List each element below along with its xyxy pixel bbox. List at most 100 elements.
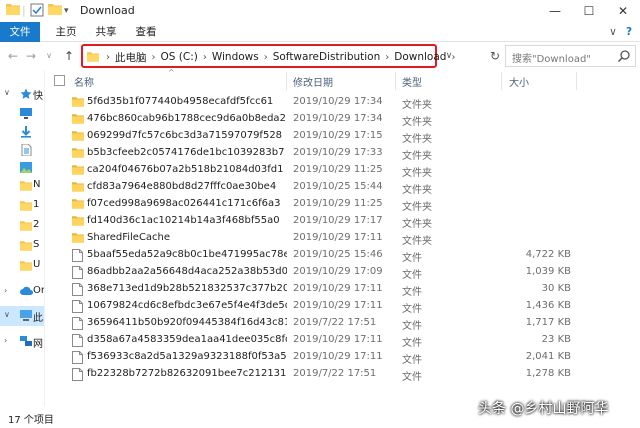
sidebar-item-folder-n[interactable]: N xyxy=(0,176,44,196)
expand-chevron-icon[interactable]: › xyxy=(4,336,7,345)
sidebar-item-label: Or xyxy=(33,285,44,296)
sidebar-item-documents[interactable] xyxy=(0,140,44,160)
recent-locations-button[interactable]: ∨ xyxy=(42,48,56,64)
folder-icon xyxy=(20,200,32,211)
file-row[interactable]: 5baaf55eda52a9c8b0c1be471995ac78e... 2019… xyxy=(46,247,640,264)
file-icon xyxy=(72,351,84,364)
file-modified-date: 2019/10/29 11:25 xyxy=(293,198,383,209)
file-name: 10679824cd6c8efbdc3e67e5f4e4f3de5d... xyxy=(87,300,287,311)
file-row[interactable]: 36596411b50b920f09445384f16d43c81... 2019… xyxy=(46,315,640,332)
column-separator[interactable] xyxy=(395,72,396,90)
quick-access-dropdown-icon[interactable]: ▾ xyxy=(64,3,69,19)
file-row[interactable]: d358a67a4583359dea1aa41dee035c8fd... 2019… xyxy=(46,332,640,349)
column-header-date[interactable]: 修改日期 xyxy=(293,74,333,89)
refresh-button[interactable]: ↻ xyxy=(488,48,502,64)
forward-button[interactable]: → xyxy=(24,48,38,64)
expand-chevron-icon[interactable]: › xyxy=(4,286,7,295)
sidebar-item-pictures[interactable] xyxy=(0,158,44,178)
column-separator[interactable] xyxy=(286,72,287,90)
file-size: 1,436 KB xyxy=(525,300,571,311)
back-button[interactable]: ← xyxy=(6,48,20,64)
sidebar-item-folder-u[interactable]: U xyxy=(0,256,44,276)
sidebar-item-label: 网 xyxy=(33,339,43,350)
file-type: 文件 xyxy=(402,304,422,315)
tab-home[interactable]: 主页 xyxy=(50,22,82,42)
column-header-name[interactable]: 名称 xyxy=(74,74,94,89)
minimize-button[interactable]: — xyxy=(538,0,572,22)
folder-row[interactable]: 476bc860cab96b1788cec9d6a0b8eda2 2019/10/… xyxy=(46,111,640,128)
breadcrumb-windows[interactable]: Windows xyxy=(212,51,259,63)
up-button[interactable]: ↑ xyxy=(62,48,76,64)
new-folder-icon[interactable] xyxy=(48,3,62,20)
breadcrumb-os-drive[interactable]: OS (C:) xyxy=(161,51,198,63)
file-icon xyxy=(72,368,84,381)
file-type: 文件 xyxy=(402,253,422,264)
help-icon[interactable]: ? xyxy=(622,22,636,42)
file-row[interactable]: 86adbb2aa2a56648d4aca252a38b53d0... 2019/… xyxy=(46,264,640,281)
breadcrumb-separator[interactable]: › xyxy=(385,52,389,63)
collapse-chevron-icon[interactable]: ∨ xyxy=(4,88,10,97)
breadcrumb-separator[interactable]: › xyxy=(264,52,268,63)
collapse-chevron-icon[interactable]: ∨ xyxy=(4,310,10,319)
folder-row[interactable]: ca204f04676b07a2b518b21084d03fd1 2019/10/… xyxy=(46,162,640,179)
file-icon xyxy=(72,266,84,279)
file-modified-date: 2019/10/29 17:11 xyxy=(293,283,383,294)
sidebar-item-this-pc[interactable]: ∨ 此 xyxy=(0,306,44,326)
file-type: 文件夹 xyxy=(402,168,432,179)
file-size: 23 KB xyxy=(541,334,571,345)
file-row[interactable]: fb22328b7272b82632091bee7c212131... 2019/… xyxy=(46,366,640,383)
file-row[interactable]: 10679824cd6c8efbdc3e67e5f4e4f3de5d... 201… xyxy=(46,298,640,315)
file-type: 文件 xyxy=(402,270,422,281)
folder-row[interactable]: fd140d36c1ac10214b14a3f468bf55a0 2019/10/… xyxy=(46,213,640,230)
folder-icon xyxy=(72,198,84,210)
breadcrumb-separator[interactable]: › xyxy=(451,52,455,63)
folder-icon xyxy=(72,181,84,193)
folder-row[interactable]: 069299d7fc57c6bc3d3a71597079f528 2019/10/… xyxy=(46,128,640,145)
sidebar-item-folder-s[interactable]: S xyxy=(0,236,44,256)
sidebar-item-network[interactable]: › 网 xyxy=(0,332,44,352)
sidebar-item-folder-2[interactable]: 2 xyxy=(0,216,44,236)
column-header-size[interactable]: 大小 xyxy=(509,74,529,89)
folder-row[interactable]: f07ced998a9698ac026441c171c6f6a3 2019/10/… xyxy=(46,196,640,213)
breadcrumb-this-pc[interactable]: 此电脑 xyxy=(115,50,147,65)
column-separator[interactable] xyxy=(576,72,577,90)
sidebar-item-downloads[interactable] xyxy=(0,122,44,142)
search-input[interactable]: 搜索"Download" xyxy=(512,50,591,65)
file-icon xyxy=(72,283,84,296)
file-modified-date: 2019/10/29 17:11 xyxy=(293,232,383,243)
file-name: 5baaf55eda52a9c8b0c1be471995ac78e... xyxy=(87,249,287,260)
column-header-type[interactable]: 类型 xyxy=(402,74,422,89)
breadcrumb-download[interactable]: Download xyxy=(394,51,446,63)
tab-file[interactable]: 文件 xyxy=(0,22,40,42)
star-icon xyxy=(20,88,32,99)
folder-row[interactable]: b5b3cfeeb2c0574176de1bc1039283b7 2019/10/… xyxy=(46,145,640,162)
sidebar-item-label: 此 xyxy=(33,313,43,324)
breadcrumb-separator[interactable]: › xyxy=(203,52,207,63)
folder-row[interactable]: cfd83a7964e880bd8d27fffc0ae30be4 2019/10/… xyxy=(46,179,640,196)
file-row[interactable]: f536933c8a2d5a1329a9323188f0f53a5c... 201… xyxy=(46,349,640,366)
folder-row[interactable]: SharedFileCache 2019/10/29 17:11 文件夹 xyxy=(46,230,640,247)
breadcrumb-softwaredistribution[interactable]: SoftwareDistribution xyxy=(273,51,381,63)
close-button[interactable]: ✕ xyxy=(606,0,640,22)
sidebar-item-label: 2 xyxy=(33,219,40,230)
select-all-checkbox[interactable] xyxy=(54,75,65,86)
file-row[interactable]: 368e713ed1d9b28b521832537c377b20... 2019/… xyxy=(46,281,640,298)
properties-icon[interactable] xyxy=(30,3,44,22)
folder-row[interactable]: 5f6d35b1f077440b4958ecafdf5fcc61 2019/10/… xyxy=(46,94,640,111)
sidebar-item-folder-1[interactable]: 1 xyxy=(0,196,44,216)
breadcrumb-separator: › xyxy=(106,51,110,63)
sidebar-item-desktop[interactable] xyxy=(0,104,44,124)
search-box[interactable]: 搜索"Download" xyxy=(505,45,636,67)
folder-icon xyxy=(72,164,84,176)
ribbon-expand-icon[interactable]: ∨ xyxy=(606,22,620,42)
maximize-button[interactable]: ☐ xyxy=(572,0,606,22)
address-bar[interactable]: › 此电脑 › OS (C:) › Windows › SoftwareDist… xyxy=(81,44,455,68)
tab-share[interactable]: 共享 xyxy=(90,22,122,42)
column-separator[interactable] xyxy=(501,72,502,90)
sidebar-item-quick-access[interactable]: ∨ 快 xyxy=(0,84,44,104)
tab-view[interactable]: 查看 xyxy=(130,22,162,42)
sidebar-item-onedrive[interactable]: › Or xyxy=(0,282,44,302)
breadcrumb-separator[interactable]: › xyxy=(152,52,156,63)
pane-divider[interactable] xyxy=(44,70,45,406)
file-type: 文件 xyxy=(402,287,422,298)
